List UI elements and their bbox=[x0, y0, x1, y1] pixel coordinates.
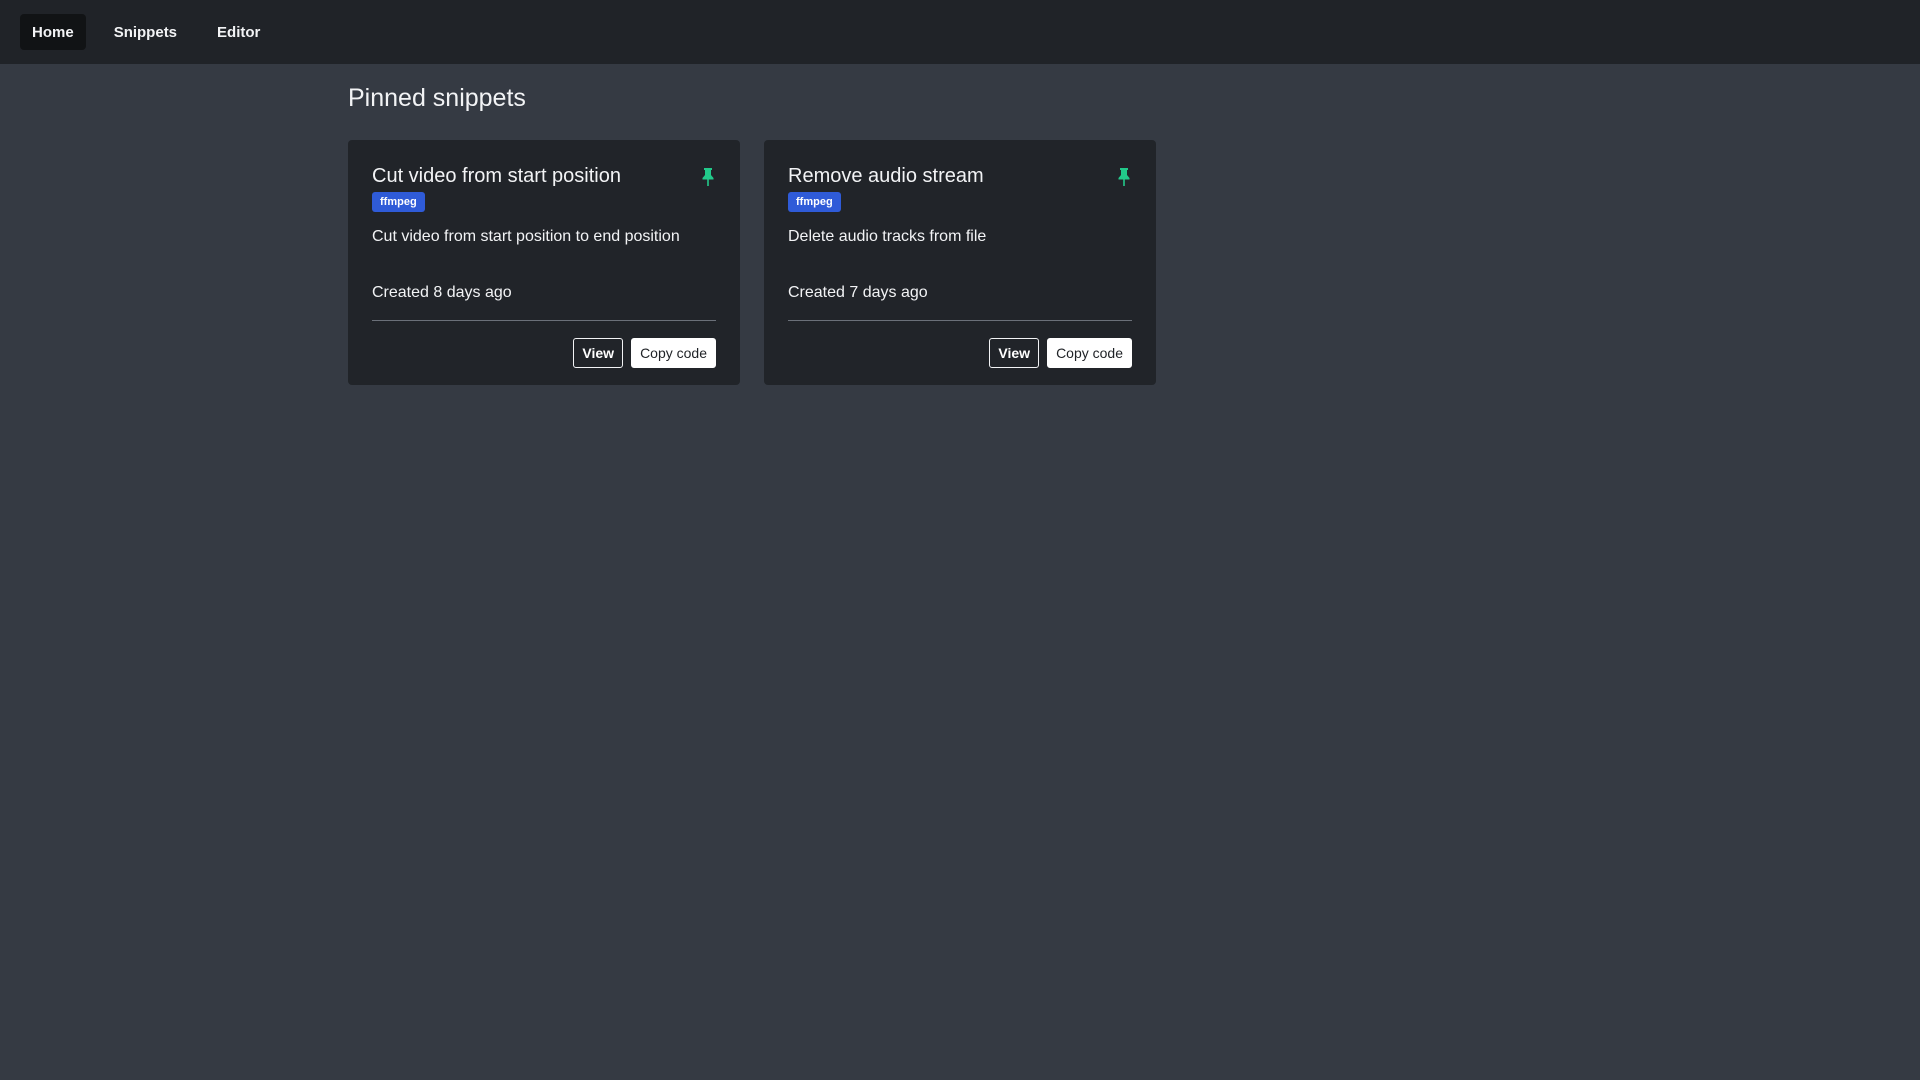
nav-home[interactable]: Home bbox=[20, 14, 86, 50]
pin-icon[interactable] bbox=[1118, 168, 1130, 186]
copy-code-button[interactable]: Copy code bbox=[1047, 338, 1132, 368]
snippet-title: Remove audio stream bbox=[788, 165, 984, 187]
view-button[interactable]: View bbox=[573, 338, 624, 368]
card-actions: View Copy code bbox=[989, 338, 1132, 368]
snippet-tag[interactable]: ffmpeg bbox=[372, 192, 425, 212]
card-divider bbox=[372, 320, 716, 321]
snippet-card: Remove audio stream ffmpeg Delete audio … bbox=[764, 140, 1156, 385]
snippet-title: Cut video from start position bbox=[372, 165, 621, 187]
copy-code-button[interactable]: Copy code bbox=[631, 338, 716, 368]
nav-snippets[interactable]: Snippets bbox=[102, 14, 189, 50]
card-actions: View Copy code bbox=[573, 338, 716, 368]
nav-editor[interactable]: Editor bbox=[205, 14, 272, 50]
snippet-description: Cut video from start position to end pos… bbox=[372, 228, 680, 245]
snippet-tag[interactable]: ffmpeg bbox=[788, 192, 841, 212]
snippet-created-date: Created 7 days ago bbox=[788, 284, 928, 301]
pin-icon[interactable] bbox=[702, 168, 714, 186]
card-divider bbox=[788, 320, 1132, 321]
snippet-card: Cut video from start position ffmpeg Cut… bbox=[348, 140, 740, 385]
snippet-description: Delete audio tracks from file bbox=[788, 228, 987, 245]
top-navbar: Home Snippets Editor bbox=[0, 0, 1920, 64]
view-button[interactable]: View bbox=[989, 338, 1040, 368]
snippet-created-date: Created 8 days ago bbox=[372, 284, 512, 301]
pinned-snippets-list: Cut video from start position ffmpeg Cut… bbox=[348, 140, 1156, 385]
page-title: Pinned snippets bbox=[348, 84, 526, 112]
